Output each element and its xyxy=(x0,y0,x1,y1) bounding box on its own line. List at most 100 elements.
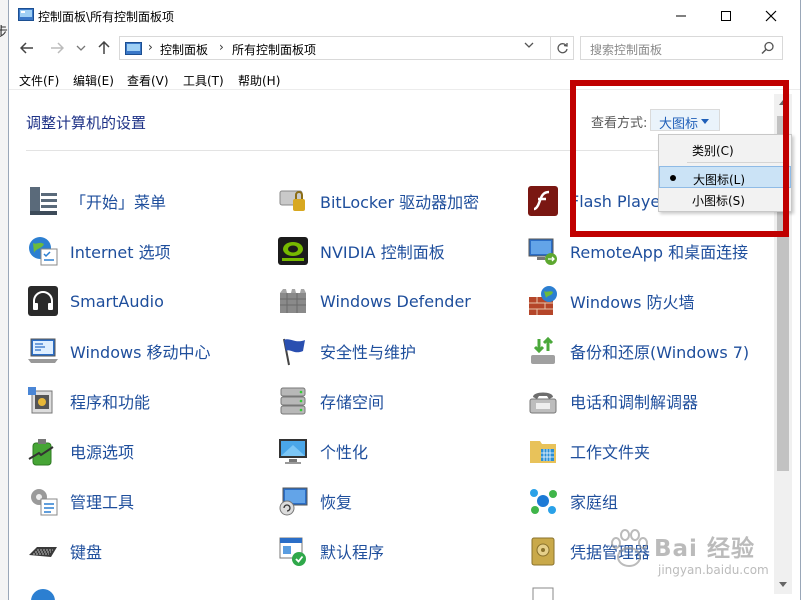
control-panel-small-icon xyxy=(125,42,142,55)
scroll-down-icon[interactable] xyxy=(779,582,787,587)
item-storage-spaces[interactable]: 存储空间 xyxy=(276,383,384,419)
item-label: Windows 防火墙 xyxy=(570,293,695,312)
item-partial[interactable] xyxy=(26,583,60,600)
menu-edit[interactable]: 编辑(E) xyxy=(73,72,114,89)
item-label: 备份和还原(Windows 7) xyxy=(570,343,750,362)
item-programs-features[interactable]: 程序和功能 xyxy=(26,383,150,419)
breadcrumb-separator: › xyxy=(219,40,224,54)
item-partial[interactable] xyxy=(526,583,560,600)
item-smartaudio[interactable]: SmartAudio xyxy=(26,283,164,319)
item-label: 电话和调制解调器 xyxy=(570,393,699,412)
paw-logo-icon xyxy=(611,529,648,567)
item-label: 默认程序 xyxy=(320,543,385,562)
background-text: 步 xyxy=(0,25,8,41)
partial-document-icon xyxy=(526,584,560,600)
menu-tools[interactable]: 工具(T) xyxy=(183,72,224,89)
backup-restore-icon xyxy=(526,334,560,368)
item-label: RemoteApp 和桌面连接 xyxy=(570,243,749,262)
breadcrumb-all-items[interactable]: 所有控制面板项 xyxy=(232,41,316,58)
close-button[interactable] xyxy=(748,0,794,31)
item-admin-tools[interactable]: 管理工具 xyxy=(26,483,134,519)
personalization-icon xyxy=(276,434,310,468)
item-label: Internet 选项 xyxy=(70,243,171,262)
nvidia-icon xyxy=(276,234,310,268)
watermark-text: Bai 经验 xyxy=(654,536,755,562)
recovery-icon xyxy=(276,484,310,518)
menu-view[interactable]: 查看(V) xyxy=(127,72,169,89)
refresh-icon xyxy=(557,42,568,53)
minimize-button[interactable] xyxy=(658,0,704,31)
up-button[interactable] xyxy=(93,38,115,58)
close-icon xyxy=(765,10,777,21)
minimize-icon xyxy=(676,15,686,16)
forward-button[interactable] xyxy=(46,38,68,58)
item-label: 键盘 xyxy=(70,543,103,562)
control-panel-icon xyxy=(18,8,34,21)
item-label: 工作文件夹 xyxy=(570,443,651,462)
item-firewall[interactable]: Windows 防火墙 xyxy=(526,283,695,319)
default-programs-icon xyxy=(276,534,310,568)
item-bitlocker[interactable]: BitLocker 驱动器加密 xyxy=(276,183,479,219)
back-button[interactable] xyxy=(16,38,38,58)
mobility-center-icon xyxy=(26,334,60,368)
address-history-dropdown[interactable] xyxy=(524,41,534,52)
breadcrumb-separator: › xyxy=(148,40,153,54)
maximize-icon xyxy=(721,10,731,21)
forward-arrow-icon xyxy=(51,42,64,54)
watermark: Bai 经验 jingyan.baidu.com xyxy=(606,525,776,583)
maximize-button[interactable] xyxy=(703,0,749,31)
search-placeholder: 搜索控制面板 xyxy=(590,43,663,57)
chevron-down-icon xyxy=(76,45,86,51)
windows-defender-icon xyxy=(276,284,310,318)
item-backup-restore[interactable]: 备份和还原(Windows 7) xyxy=(526,333,749,369)
item-keyboard[interactable]: 键盘 xyxy=(26,533,102,569)
item-homegroup[interactable]: 家庭组 xyxy=(526,483,618,519)
bitlocker-icon xyxy=(276,184,310,218)
partial-globe-icon xyxy=(26,584,60,600)
item-work-folders[interactable]: 工作文件夹 xyxy=(526,433,650,469)
title-bar[interactable]: 控制面板\所有控制面板项 xyxy=(9,0,800,31)
address-bar[interactable]: › 控制面板 › 所有控制面板项 xyxy=(119,36,574,60)
power-options-icon xyxy=(26,434,60,468)
menu-help[interactable]: 帮助(H) xyxy=(238,72,280,89)
chevron-down-icon xyxy=(524,42,534,48)
item-label: 个性化 xyxy=(320,443,369,462)
item-label: NVIDIA 控制面板 xyxy=(320,243,445,262)
item-recovery[interactable]: 恢复 xyxy=(276,483,352,519)
smartaudio-icon xyxy=(26,284,60,318)
item-label: 「开始」菜单 xyxy=(70,193,167,212)
item-default-programs[interactable]: 默认程序 xyxy=(276,533,384,569)
breadcrumb-control-panel[interactable]: 控制面板 xyxy=(160,41,208,58)
item-personalization[interactable]: 个性化 xyxy=(276,433,368,469)
homegroup-icon xyxy=(526,484,560,518)
item-label: Windows 移动中心 xyxy=(70,343,211,362)
item-remoteapp[interactable]: RemoteApp 和桌面连接 xyxy=(526,233,748,269)
menu-file[interactable]: 文件(F) xyxy=(19,72,59,89)
remoteapp-icon xyxy=(526,234,560,268)
item-label: 程序和功能 xyxy=(70,393,151,412)
item-mobility-center[interactable]: Windows 移动中心 xyxy=(26,333,211,369)
item-start-menu[interactable]: 「开始」菜单 xyxy=(26,183,166,219)
search-icon[interactable] xyxy=(761,41,775,55)
admin-tools-icon xyxy=(26,484,60,518)
keyboard-icon xyxy=(26,534,60,568)
recent-locations-button[interactable] xyxy=(70,38,92,58)
work-folders-icon xyxy=(526,434,560,468)
security-flag-icon xyxy=(276,334,310,368)
programs-features-icon xyxy=(26,384,60,418)
page-heading: 调整计算机的设置 xyxy=(26,114,147,132)
item-security-maintenance[interactable]: 安全性与维护 xyxy=(276,333,416,369)
annotation-highlight-box xyxy=(570,80,789,237)
search-box[interactable]: 搜索控制面板 xyxy=(580,36,783,60)
item-windows-defender[interactable]: Windows Defender xyxy=(276,283,471,319)
start-menu-icon xyxy=(26,184,60,218)
back-arrow-icon xyxy=(20,42,33,54)
item-power-options[interactable]: 电源选项 xyxy=(26,433,134,469)
item-nvidia[interactable]: NVIDIA 控制面板 xyxy=(276,233,445,269)
credential-manager-icon xyxy=(526,534,560,568)
item-internet-options[interactable]: Internet 选项 xyxy=(26,233,171,269)
item-phone-modem[interactable]: 电话和调制解调器 xyxy=(526,383,698,419)
item-label: BitLocker 驱动器加密 xyxy=(320,193,480,212)
refresh-button[interactable] xyxy=(550,37,574,59)
item-label: 恢复 xyxy=(320,493,353,512)
